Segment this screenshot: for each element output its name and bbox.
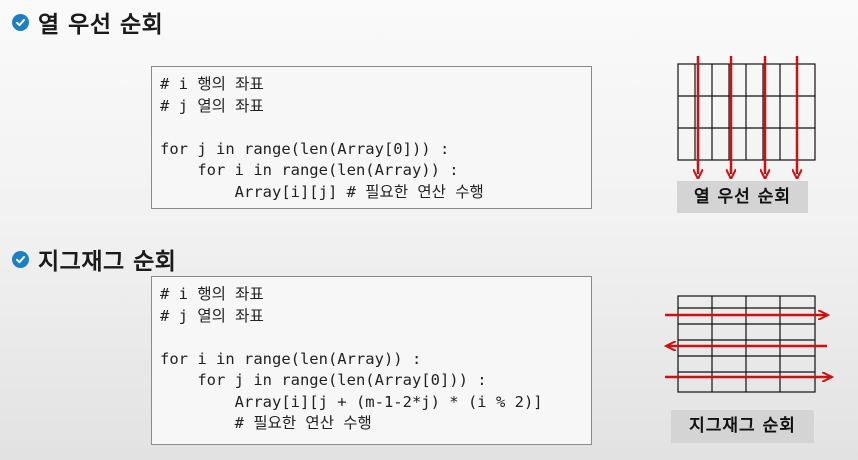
down-arrows bbox=[698, 56, 797, 174]
section-title-zigzag: 지그재그 순회 bbox=[12, 242, 176, 276]
code-line: # i 행의 좌표 bbox=[160, 285, 264, 303]
code-line: for i in range(len(Array)) : bbox=[160, 161, 459, 179]
code-line: # i 행의 좌표 bbox=[160, 75, 264, 93]
section-title-text: 열 우선 순회 bbox=[38, 12, 164, 38]
section-title-column-major: 열 우선 순회 bbox=[12, 5, 163, 39]
check-icon bbox=[12, 250, 29, 268]
caption-zigzag: 지그재그 순회 bbox=[671, 410, 814, 443]
code-line: # 필요한 연산 수행 bbox=[160, 414, 372, 432]
code-block-zigzag: # i 행의 좌표 # j 열의 좌표 for i in range(len(A… bbox=[151, 276, 592, 445]
code-line: for i in range(len(Array)) : bbox=[160, 349, 422, 368]
column-traversal-diagram bbox=[677, 56, 816, 185]
code-line: Array[i][j + (m-1-2*j) * (i % 2)] bbox=[160, 392, 543, 411]
caption-column-major: 열 우선 순회 bbox=[677, 181, 808, 213]
code-line: for j in range(len(Array[0])) : bbox=[160, 371, 487, 389]
code-line: # j 열의 좌표 bbox=[160, 96, 264, 115]
code-block-column-major: # i 행의 좌표 # j 열의 좌표 for j in range(len(A… bbox=[151, 66, 592, 209]
code-line: Array[i][j] # 필요한 연산 수행 bbox=[160, 182, 484, 201]
check-icon bbox=[12, 13, 29, 31]
code-line: # j 열의 좌표 bbox=[160, 306, 264, 325]
zigzag-traversal-diagram bbox=[658, 295, 838, 393]
section-title-text: 지그재그 순회 bbox=[38, 249, 177, 275]
code-line: for j in range(len(Array[0])) : bbox=[160, 139, 450, 158]
